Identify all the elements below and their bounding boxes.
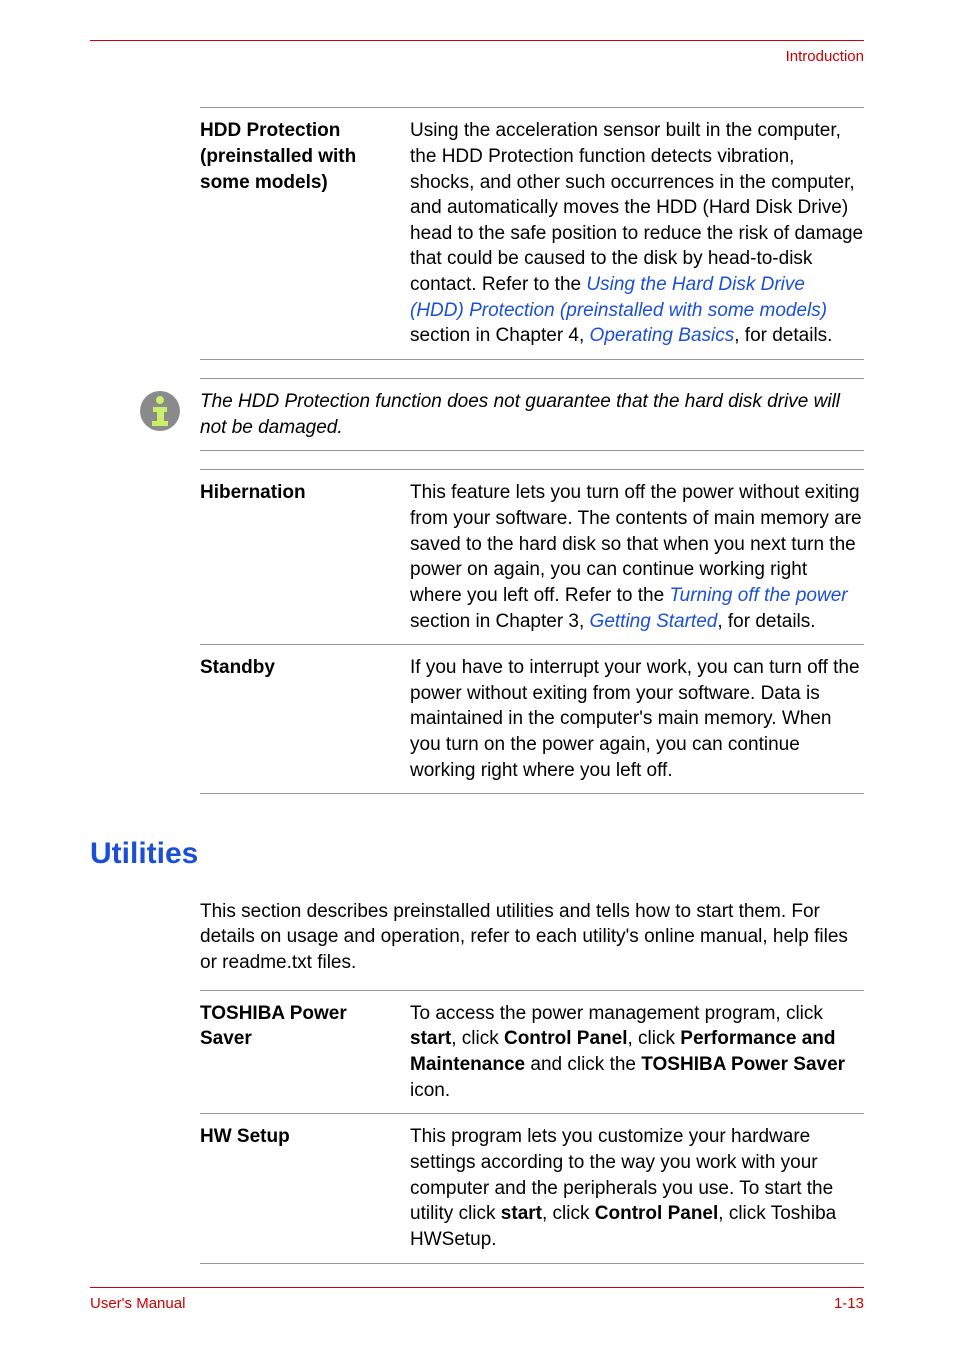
note-block: The HDD Protection function does not gua… <box>200 378 864 451</box>
row-label: TOSHIBA Power Saver <box>200 1001 410 1104</box>
row-body-mid: section in Chapter 3, <box>410 611 590 632</box>
text: icon. <box>410 1080 450 1101</box>
row-body-text: If you have to interrupt your work, you … <box>410 657 860 781</box>
row-body-tail: , for details. <box>717 611 815 632</box>
row-body-text: Using the acceleration sensor built in t… <box>410 120 863 295</box>
chapter-label: Introduction <box>90 47 864 67</box>
table-row: HDD Protection (preinstalled with some m… <box>200 108 864 359</box>
row-body-tail: , for details. <box>734 325 832 346</box>
bold-text: start <box>501 1203 542 1224</box>
row-label: Hibernation <box>200 480 410 634</box>
info-icon <box>130 389 190 433</box>
bold-text: start <box>410 1028 451 1049</box>
row-body-mid: section in Chapter 4, <box>410 325 590 346</box>
top-rule <box>90 40 864 41</box>
link-turning-off-power[interactable]: Turning off the power <box>669 585 847 606</box>
row-body: If you have to interrupt your work, you … <box>410 655 864 783</box>
table-row: Standby If you have to interrupt your wo… <box>200 645 864 793</box>
row-body: This feature lets you turn off the power… <box>410 480 864 634</box>
row-body: To access the power management program, … <box>410 1001 864 1104</box>
divider <box>200 450 864 451</box>
bold-text: Control Panel <box>504 1028 628 1049</box>
divider <box>200 1263 864 1264</box>
row-label: Standby <box>200 655 410 783</box>
section-heading-utilities: Utilities <box>90 834 864 875</box>
table-row: Hibernation This feature lets you turn o… <box>200 470 864 644</box>
text: and click the <box>525 1054 641 1075</box>
link-getting-started[interactable]: Getting Started <box>590 611 718 632</box>
text: , click <box>627 1028 680 1049</box>
text: To access the power management program, … <box>410 1003 823 1024</box>
row-label: HW Setup <box>200 1124 410 1252</box>
bold-text: Control Panel <box>595 1203 719 1224</box>
section-intro: This section describes preinstalled util… <box>200 899 864 976</box>
footer-right: 1-13 <box>834 1294 864 1314</box>
text: , click <box>542 1203 595 1224</box>
footer-left: User's Manual <box>90 1294 185 1314</box>
row-body: Using the acceleration sensor built in t… <box>410 118 864 349</box>
text: , click <box>451 1028 504 1049</box>
note-text: The HDD Protection function does not gua… <box>200 389 864 440</box>
table-row: HW Setup This program lets you customize… <box>200 1114 864 1262</box>
footer: User's Manual 1-13 <box>90 1287 864 1314</box>
divider <box>200 793 864 794</box>
row-body: This program lets you customize your har… <box>410 1124 864 1252</box>
link-operating-basics[interactable]: Operating Basics <box>590 325 735 346</box>
divider <box>200 359 864 360</box>
bold-text: TOSHIBA Power Saver <box>641 1054 845 1075</box>
table-row: TOSHIBA Power Saver To access the power … <box>200 991 864 1114</box>
row-label: HDD Protection (preinstalled with some m… <box>200 118 410 349</box>
